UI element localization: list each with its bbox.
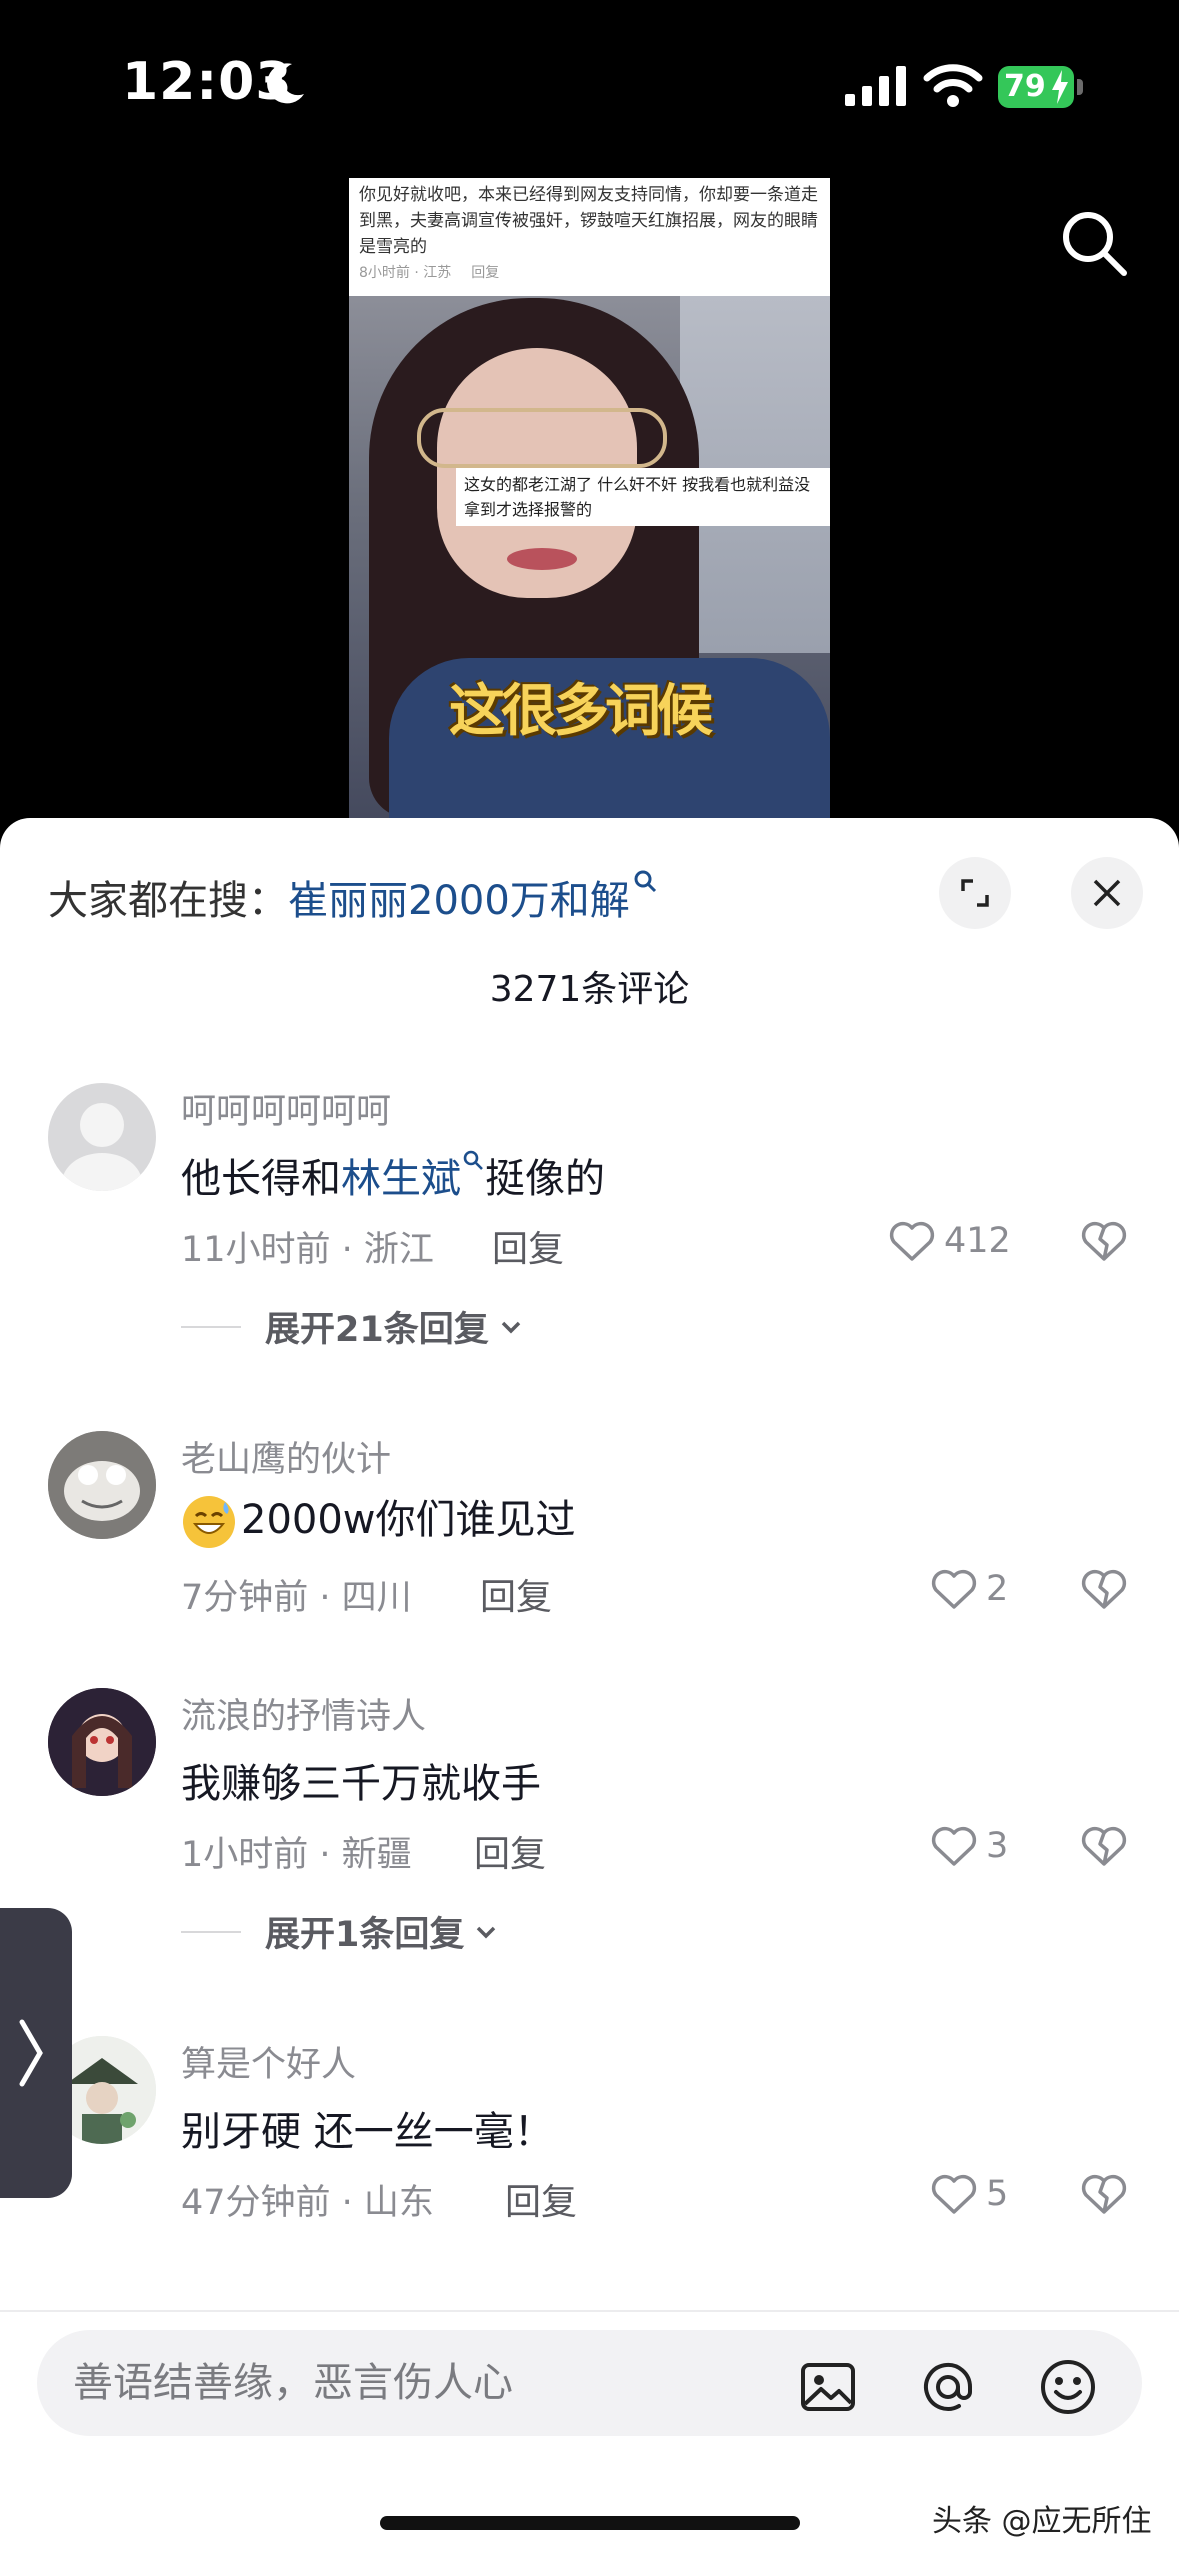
broken-heart-icon[interactable] [1078, 1215, 1130, 1267]
video-screenshot-comment: 你见好就收吧，本来已经得到网友支持同情，你却要一条道走到黑，夫妻高调宣传被强奸，… [349, 178, 830, 296]
chevron-right-icon [19, 2019, 43, 2087]
avatar[interactable] [48, 1688, 156, 1796]
comment-username[interactable]: 呵呵呵呵呵呵 [181, 1083, 391, 1134]
like-button[interactable]: 3 [928, 1818, 1008, 1874]
hot-search-term[interactable]: 崔丽丽2000万和解 [288, 878, 630, 924]
search-icon[interactable] [1056, 205, 1132, 281]
reply-button[interactable]: 回复 [474, 1825, 546, 1877]
comment-input[interactable] [73, 2330, 773, 2436]
comment-text: 别牙硬 还一丝一毫！ [181, 2109, 554, 2155]
status-bar: 12:03 79 [0, 0, 1179, 170]
comment-time-location: 11小时前 · 浙江 [181, 1230, 434, 1270]
expand-icon [961, 879, 989, 907]
video-subtitle: 这很多词候 [449, 679, 713, 744]
watermark: 头条 @应无所住 [932, 2504, 1152, 2539]
like-button[interactable]: 5 [928, 2166, 1008, 2222]
heart-icon [931, 1826, 977, 1866]
battery-level: 79 [1004, 69, 1046, 104]
like-count: 3 [986, 1826, 1009, 1866]
mention-icon[interactable] [917, 2356, 979, 2418]
broken-heart-icon[interactable] [1078, 1563, 1130, 1615]
video-player[interactable]: 你见好就收吧，本来已经得到网友支持同情，你却要一条道走到黑，夫妻高调宣传被强奸，… [349, 178, 830, 818]
comment-time-location: 7分钟前 · 四川 [181, 1578, 412, 1618]
charging-bolt-icon [1052, 70, 1068, 104]
comment-count: 3271条评论 [489, 969, 690, 1010]
comment-text: 2000w你们谁见过 [181, 1487, 576, 1550]
avatar[interactable] [48, 1431, 156, 1539]
avatar[interactable] [48, 1083, 156, 1191]
emoji-icon[interactable] [1037, 2356, 1099, 2418]
comment-input-container [37, 2330, 1142, 2436]
video-overlay-comment: 这女的都老江湖了 什么奸不奸 按我看也就利益没拿到才选择报警的 [456, 468, 830, 526]
heart-icon [931, 2174, 977, 2214]
chevron-down-icon [477, 1926, 496, 1938]
wifi-icon [923, 64, 983, 107]
video-caption-reply: 回复 [471, 265, 500, 281]
comment-text: 我赚够三千万就收手 [181, 1761, 541, 1807]
expand-button[interactable] [939, 857, 1011, 929]
heart-icon [889, 1221, 935, 1261]
reply-button[interactable]: 回复 [505, 2173, 577, 2225]
heart-icon [931, 1569, 977, 1609]
comment-time-location: 47分钟前 · 山东 [181, 2183, 434, 2223]
moon-icon [267, 63, 304, 104]
home-indicator[interactable] [380, 2516, 800, 2530]
broken-heart-icon[interactable] [1078, 1820, 1130, 1872]
video-caption-text: 你见好就收吧，本来已经得到网友支持同情，你却要一条道走到黑，夫妻高调宣传被强奸，… [359, 185, 818, 257]
close-icon [1093, 879, 1121, 907]
comment-search-link[interactable]: 林生斌 [341, 1156, 461, 1202]
cellular-signal-icon [845, 66, 906, 106]
search-icon [463, 1150, 483, 1170]
comment-username[interactable]: 老山鹰的伙计 [181, 1431, 391, 1482]
comment-text: 他长得和林生斌 挺像的 [181, 1146, 605, 1204]
like-count: 412 [944, 1221, 1011, 1261]
expand-replies-button[interactable]: 展开1条回复 [181, 1906, 500, 1957]
side-drawer-handle[interactable] [0, 1908, 72, 2198]
broken-heart-icon[interactable] [1078, 2168, 1130, 2220]
reply-button[interactable]: 回复 [480, 1568, 552, 1620]
close-button[interactable] [1071, 857, 1143, 929]
like-button[interactable]: 2 [928, 1561, 1008, 1617]
like-count: 5 [986, 2174, 1009, 2214]
chevron-down-icon [501, 1321, 520, 1333]
hot-search[interactable]: 大家都在搜：崔丽丽2000万和解 [48, 868, 658, 926]
like-count: 2 [986, 1569, 1009, 1609]
comment-username[interactable]: 算是个好人 [181, 2036, 356, 2087]
comment-sheet: 大家都在搜：崔丽丽2000万和解 3271条评论 呵呵呵呵呵呵 他长得和林生斌挺… [0, 818, 1179, 2556]
grinning-sweat-emoji-icon [183, 1496, 235, 1548]
search-icon [634, 870, 656, 893]
hot-search-label: 大家都在搜： [48, 878, 288, 924]
comment-time-location: 1小时前 · 新疆 [181, 1835, 412, 1875]
expand-replies-button[interactable]: 展开21条回复 [181, 1301, 525, 1352]
video-caption-time: 8小时前 · 江苏 [359, 265, 452, 281]
battery-indicator: 79 [998, 66, 1084, 108]
reply-button[interactable]: 回复 [492, 1220, 564, 1272]
image-icon[interactable] [797, 2356, 859, 2418]
comment-username[interactable]: 流浪的抒情诗人 [181, 1688, 426, 1739]
like-button[interactable]: 412 [886, 1213, 1011, 1269]
